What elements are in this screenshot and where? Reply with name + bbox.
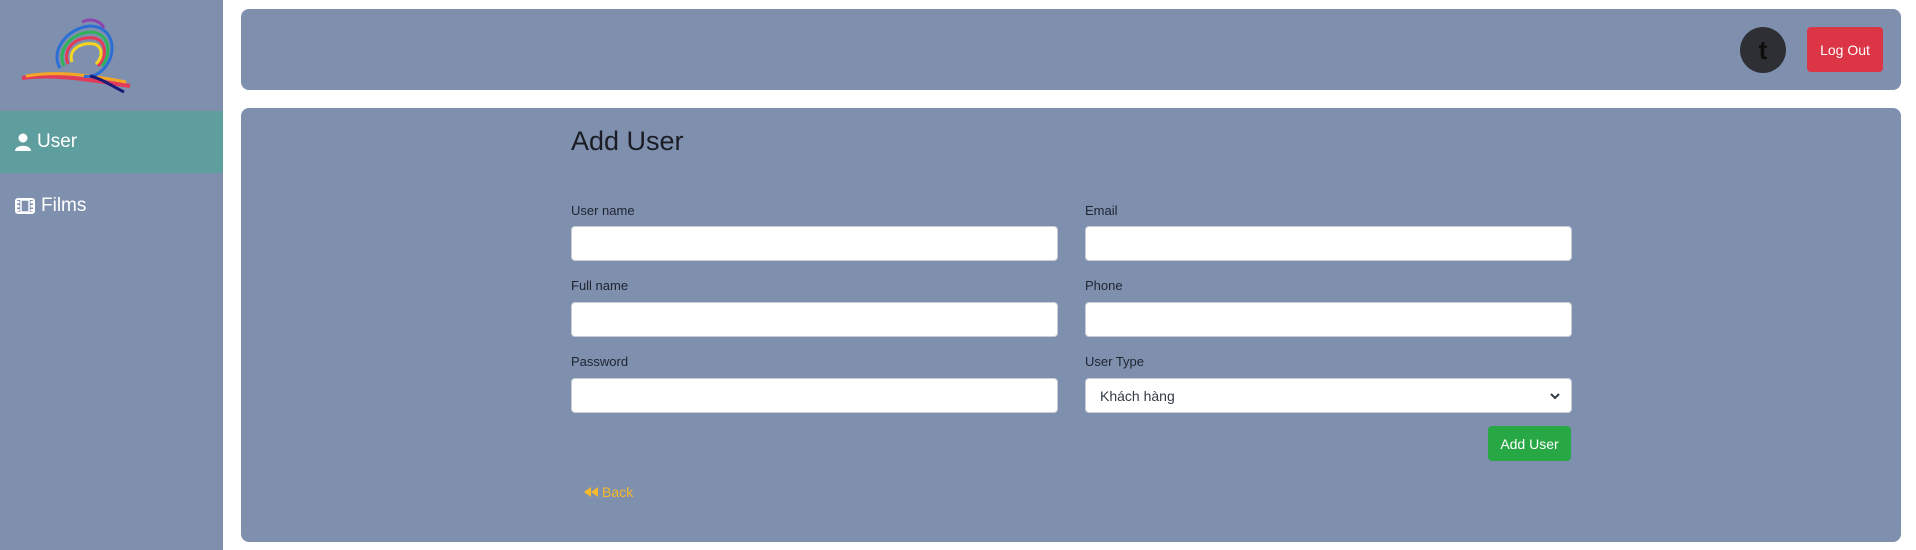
usertype-select[interactable]: Khách hàng [1085,378,1572,413]
phone-label: Phone [1085,278,1123,293]
email-label: Email [1085,203,1118,218]
fullname-label: Full name [571,278,629,293]
backward-icon [584,487,598,497]
sidebar-item-user[interactable]: User [0,111,223,173]
main-panel [241,108,1901,542]
sidebar-item-films[interactable]: Films [0,175,223,237]
avatar-initial: t [1758,34,1768,65]
avatar[interactable]: t [1740,27,1786,73]
sidebar-item-label: User [37,131,78,152]
username-input[interactable] [571,226,1058,261]
phone-input[interactable] [1085,302,1572,337]
password-label: Password [571,354,629,369]
top-bar [241,9,1901,90]
sidebar: User Films [0,0,223,550]
add-user-button[interactable]: Add User [1488,426,1571,461]
user-icon [15,133,31,151]
sidebar-item-label: Films [41,195,87,216]
usertype-value: Khách hàng [1100,387,1175,404]
back-label: Back [602,484,634,500]
email-input[interactable] [1085,226,1572,261]
back-link[interactable]: Back [583,484,633,500]
logout-button[interactable]: Log Out [1807,27,1883,72]
chevron-down-icon [1550,393,1560,400]
brand-logo [21,18,131,94]
page-title: Add User [571,126,684,156]
usertype-label: User Type [1085,354,1145,369]
fullname-input[interactable] [571,302,1058,337]
film-icon [15,198,35,214]
username-label: User name [571,203,635,218]
password-input[interactable] [571,378,1058,413]
